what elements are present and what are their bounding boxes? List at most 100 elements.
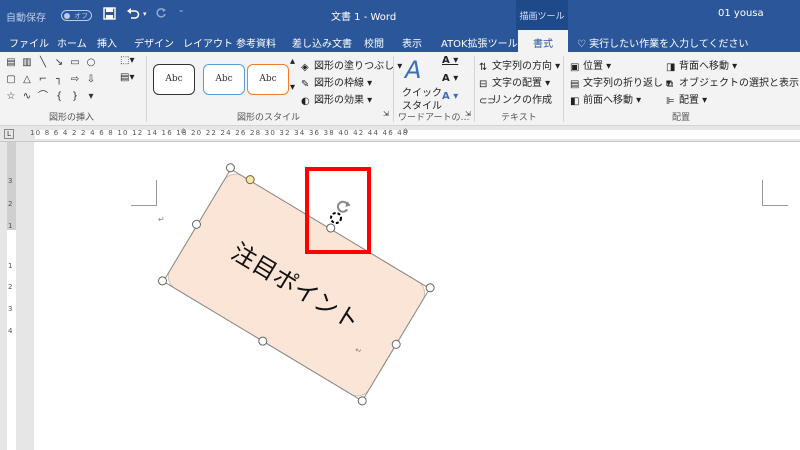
shape-effects-button[interactable]: ◐ 図形の効果 ▾ [301,91,372,107]
right-indent-marker-icon[interactable]: ⌂ [403,126,408,135]
tab-selector-icon[interactable]: L [4,129,14,139]
shapes-gallery[interactable]: ▤ ▥ ╲ ↘ ▭ ○ ▢ △ ⌐ ┐ ⇨ ⇩ ☆ ∿ ⌒ { } ▾ [5,55,105,105]
draw-textbox-icon[interactable]: ▤▾ [120,72,134,83]
vruler-num: 3 [8,305,13,313]
freeform-shape-icon[interactable]: ∿ [21,91,33,103]
group-label-shape-styles: 図形のスタイル [237,113,301,123]
wordart-launcher-icon[interactable]: ⇲ [465,110,471,118]
group-label-arrange: 配置 [672,113,691,123]
send-backward-button[interactable]: ◨ 背面へ移動 ▾ [666,57,737,73]
align-text-label: 文字の配置 [492,78,542,89]
tab-home[interactable]: ホーム [57,35,87,50]
left-brace-shape-icon[interactable]: { [53,91,65,103]
align-label: 配置 [679,95,699,106]
align-button[interactable]: ⊫ 配置 ▾ [666,91,707,107]
position-icon: ▣ [570,62,580,73]
shape-fill-button[interactable]: ◈ 図形の塗りつぶし ▾ [301,57,402,73]
more-shapes-icon[interactable]: ▾ [85,91,97,103]
tab-review[interactable]: 校閲 [364,35,384,50]
arrow-shape-icon[interactable]: ⇨ [69,74,81,86]
text-outline-icon[interactable]: A ▾ [442,73,458,84]
vertical-ruler[interactable]: 3 2 1 1 2 3 4 [0,142,34,450]
selection-pane-label: オブジェクトの選択と表示 [679,78,799,89]
document-title: 文書 1 - Word [331,12,397,23]
rounded-rect-shape-icon[interactable]: ▢ [5,74,17,86]
vruler-num: 2 [8,200,13,208]
right-brace-shape-icon[interactable]: } [69,91,81,103]
oval-shape-icon[interactable]: ○ [85,57,97,69]
text-direction-icon: ⇅ [479,62,488,73]
curve-shape-icon[interactable]: ⌒ [37,91,49,103]
style-gallery-more-icon[interactable]: ▾ [290,82,295,93]
bring-forward-icon: ◧ [570,96,580,107]
drawing-tools-context: 描画ツール [516,0,568,30]
effects-icon: ◐ [301,96,310,107]
shape-style-sample-3[interactable]: Abc [247,64,289,95]
horizontal-ruler[interactable]: L 10 8 6 4 2 2 4 6 8 10 12 14 16 18 20 2… [0,126,800,142]
shape-outline-label: 図形の枠線 [314,78,364,89]
undo-icon[interactable] [126,7,140,23]
tab-view[interactable]: 表示 [402,35,422,50]
shape-style-sample-2[interactable]: Abc [203,64,245,95]
selection-pane-button[interactable]: ⧉ オブジェクトの選択と表示 [666,74,799,90]
tab-file[interactable]: ファイル [9,35,49,50]
paragraph-mark-icon: ↵ [158,215,165,224]
title-bar: 自動保存 オフ ▾ ⁼ 文書 1 - Word 描画ツール 01 yousa [0,0,800,30]
align-icon: ⊫ [666,96,675,107]
create-link-button[interactable]: ⊂⊃リンクの作成 [479,91,552,107]
align-text-button[interactable]: ⊟ 文字の配置 ▾ [479,74,550,90]
line-shape-icon[interactable]: ╲ [37,57,49,69]
divider [474,56,475,122]
autosave-toggle[interactable]: オフ [61,10,92,21]
triangle-shape-icon[interactable]: △ [21,74,33,86]
tab-insert[interactable]: 挿入 [97,35,117,50]
text-fill-icon[interactable]: A ▾ [442,55,458,66]
text-effects-icon[interactable]: A ▾ [442,91,458,102]
vruler-num: 4 [8,327,13,335]
highlight-box [305,167,371,254]
bring-forward-button[interactable]: ◧ 前面へ移動 ▾ [570,91,641,107]
wrap-text-button[interactable]: ▤ 文字列の折り返し ▾ [570,74,671,90]
undo-dropdown-icon[interactable]: ▾ [143,10,147,18]
edit-shape-icon[interactable]: ⬚▾ [120,55,134,66]
angle-line-shape-icon[interactable]: ⌐ [37,74,49,86]
style-gallery-scroll-icon[interactable]: ▴ [290,56,295,67]
wrap-text-icon: ▤ [570,79,580,90]
save-icon[interactable] [103,7,116,23]
text-box-vertical-shape-icon[interactable]: ▥ [21,57,33,69]
star-shape-icon[interactable]: ☆ [5,91,17,103]
tab-design[interactable]: デザイン [134,35,174,50]
text-box-shape-icon[interactable]: ▤ [5,57,17,69]
tab-atok[interactable]: ATOK拡張ツール [441,35,518,50]
shape-outline-button[interactable]: ✎ 図形の枠線 ▾ [301,74,372,90]
vruler-num: 2 [8,283,13,291]
user-name[interactable]: 01 yousa [718,8,764,19]
wordart-a-icon[interactable]: A [405,56,421,84]
tab-mailings[interactable]: 差し込み文書 [292,35,352,50]
arrow-line-shape-icon[interactable]: ↘ [53,57,65,69]
group-label-wordart: ワードアートの… [398,113,470,123]
tab-layout[interactable]: レイアウト [183,35,233,50]
wrap-text-label: 文字列の折り返し [583,78,663,89]
pen-icon: ✎ [301,79,310,90]
tab-references[interactable]: 参考資料 [236,35,276,50]
text-direction-button[interactable]: ⇅ 文字列の方向 ▾ [479,57,560,73]
customize-qat-icon[interactable]: ⁼ [179,8,183,17]
group-label-insert-shapes: 図形の挿入 [49,113,95,123]
vruler-num: 3 [8,177,13,185]
shape-styles-launcher-icon[interactable]: ⇲ [383,110,389,118]
indent-marker-icon[interactable]: ⌂ [181,126,186,135]
rectangle-shape-icon[interactable]: ▭ [69,57,81,69]
shape-style-sample-1[interactable]: Abc [153,64,195,95]
ribbon: ▤ ▥ ╲ ↘ ▭ ○ ▢ △ ⌐ ┐ ⇨ ⇩ ☆ ∿ ⌒ { } ▾ ⬚▾ ▤… [0,52,800,126]
tab-format[interactable]: 書式 [518,30,568,53]
position-button[interactable]: ▣ 位置 ▾ [570,57,611,73]
send-backward-label: 背面へ移動 [679,61,729,72]
align-text-icon: ⊟ [479,79,488,90]
tell-me-box[interactable]: ♡ 実行したい作業を入力してください [577,35,749,50]
send-backward-icon: ◨ [666,62,676,73]
tell-me-text: 実行したい作業を入力してください [589,39,749,50]
text-direction-label: 文字列の方向 [492,61,552,72]
down-arrow-shape-icon[interactable]: ⇩ [85,74,97,86]
elbow-connector-shape-icon[interactable]: ┐ [53,74,65,86]
